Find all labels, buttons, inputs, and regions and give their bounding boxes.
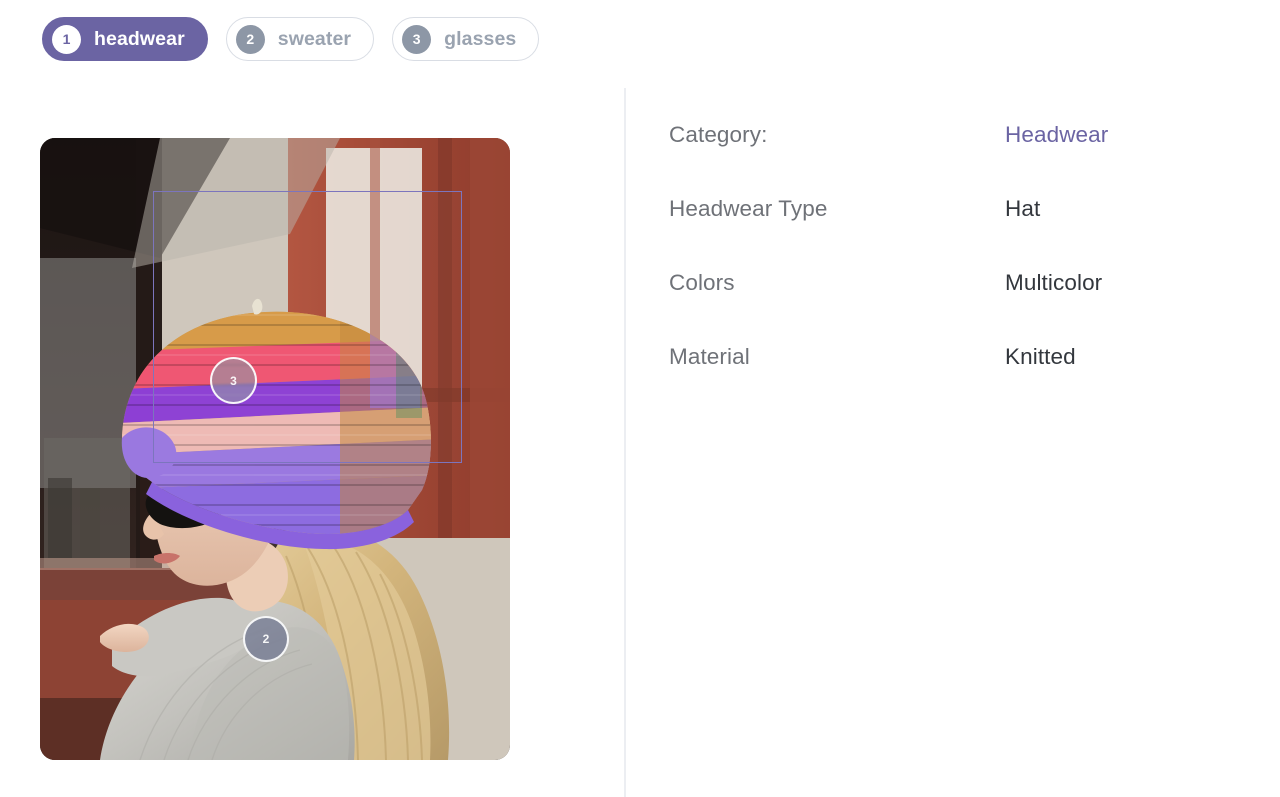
marker-sweater[interactable]: 2: [243, 616, 289, 662]
bounding-box-headwear[interactable]: [153, 191, 462, 463]
attribute-row-headwear-type: Headwear Type Hat: [669, 196, 1229, 222]
tab-headwear-label: headwear: [94, 27, 185, 50]
tab-headwear[interactable]: 1 headwear: [42, 17, 208, 61]
tab-glasses-number: 3: [402, 24, 432, 54]
attribute-value-colors: Multicolor: [1005, 270, 1103, 295]
attribute-label-headwear-type: Headwear Type: [669, 196, 828, 221]
attribute-row-colors: Colors Multicolor: [669, 270, 1229, 296]
marker-glasses[interactable]: 3: [210, 357, 257, 404]
attribute-row-material: Material Knitted: [669, 344, 1229, 370]
attribute-label-category: Category:: [669, 122, 768, 147]
tab-sweater-number: 2: [235, 24, 265, 54]
marker-glasses-number: 3: [230, 373, 237, 388]
marker-sweater-number: 2: [262, 632, 270, 646]
attribute-panel: Category: Headwear Headwear Type Hat Col…: [669, 122, 1229, 370]
tab-sweater-label: sweater: [277, 27, 352, 50]
attribute-label-material: Material: [669, 344, 750, 369]
tab-headwear-number: 1: [52, 24, 81, 54]
attribute-value-category[interactable]: Headwear: [1005, 122, 1108, 148]
panel-divider: [624, 88, 626, 797]
tab-glasses-label: glasses: [444, 27, 517, 50]
attribute-value-material: Knitted: [1005, 344, 1076, 369]
tab-glasses[interactable]: 3 glasses: [392, 17, 540, 61]
tab-sweater[interactable]: 2 sweater: [225, 17, 375, 61]
attribute-value-headwear-type: Hat: [1005, 196, 1041, 221]
attribute-label-colors: Colors: [669, 270, 735, 295]
product-image-card[interactable]: 3 2: [40, 138, 510, 760]
step-tabs: 1 headwear 2 sweater 3 glasses: [42, 17, 540, 61]
attribute-row-category: Category: Headwear: [669, 122, 1229, 148]
